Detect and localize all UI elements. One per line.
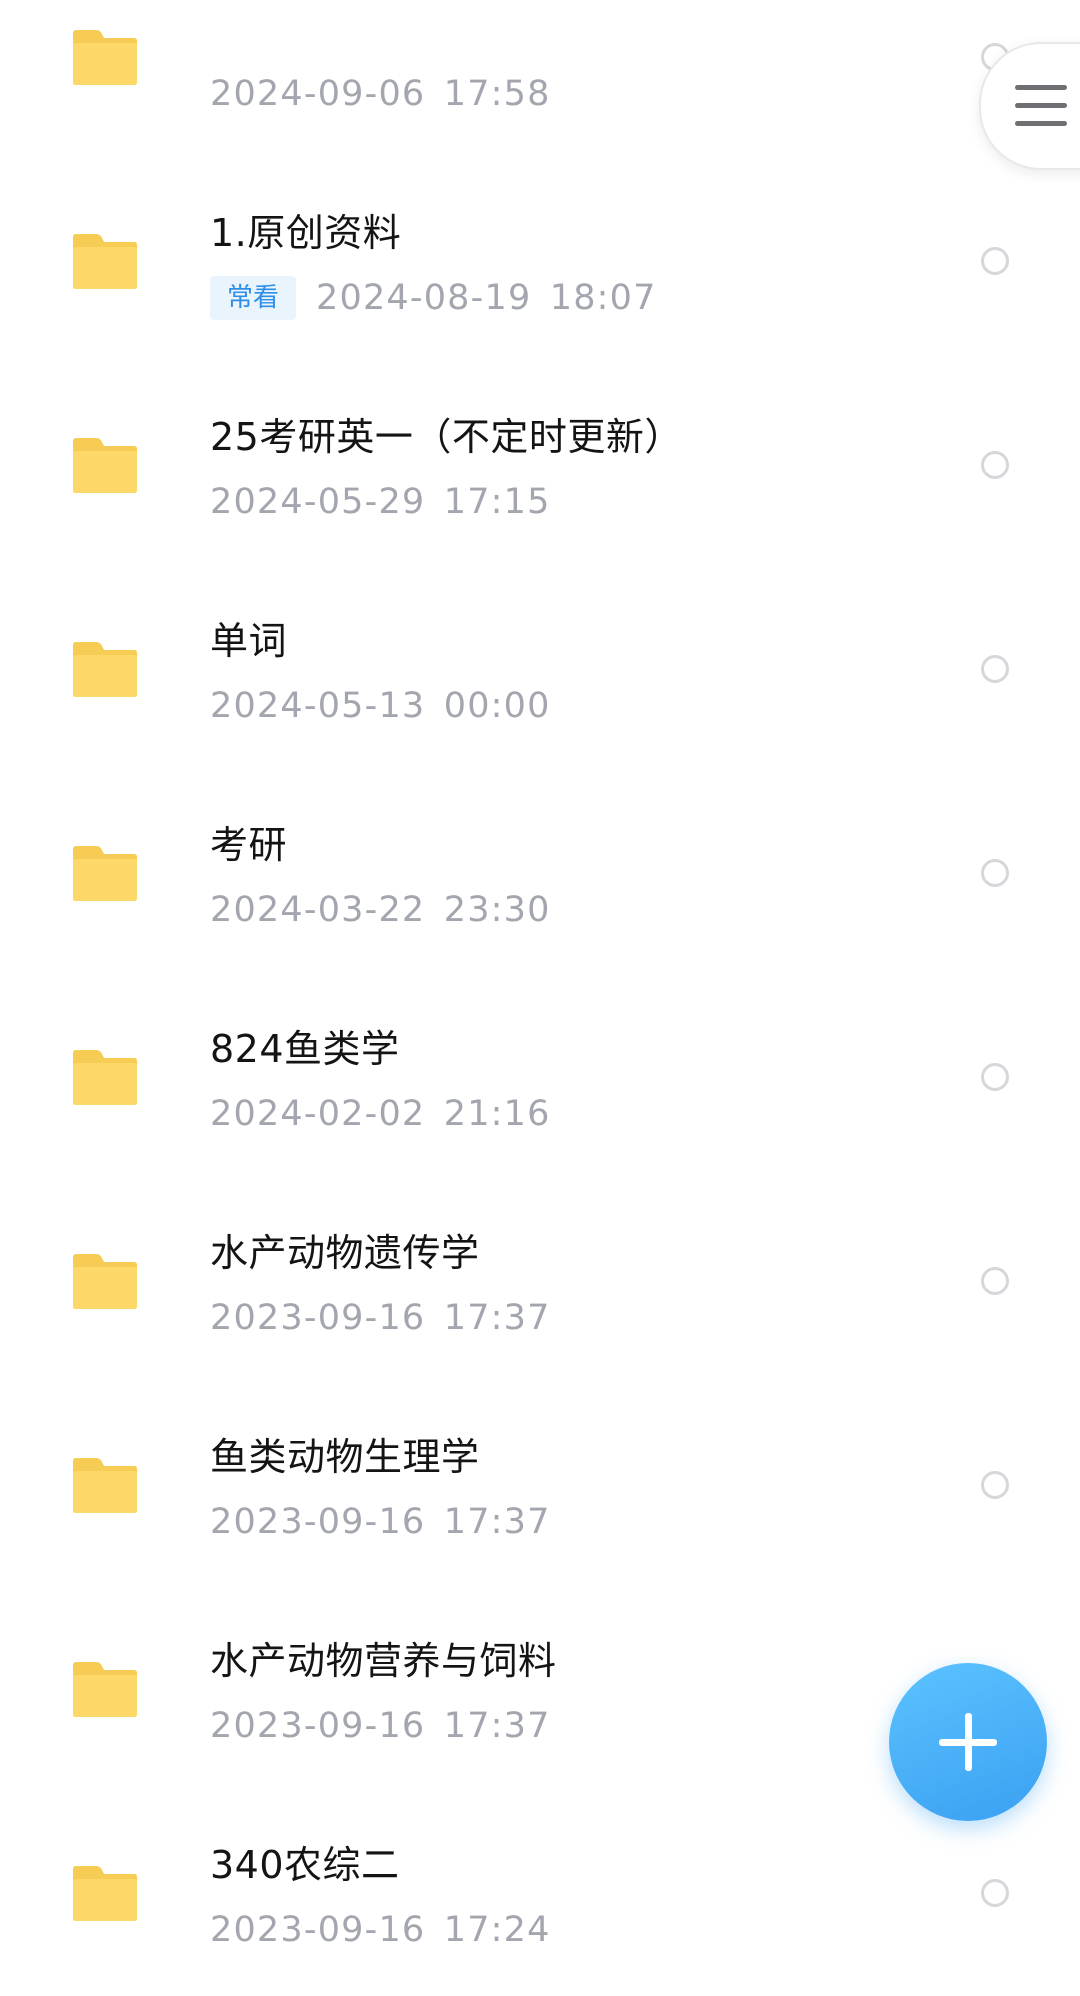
add-button[interactable] [889, 1663, 1047, 1821]
file-row[interactable]: 考研 2024-03-22 23:30 [0, 656, 1080, 930]
file-row[interactable]: 25考研英一（不定时更新） 2024-05-29 17:15 [0, 248, 1080, 522]
menu-icon [1015, 85, 1067, 127]
file-row[interactable]: 鱼类动物生理学 2023-09-16 17:37 [0, 1268, 1080, 1542]
folder-icon [72, 1864, 138, 1922]
select-radio[interactable] [981, 1879, 1009, 1907]
file-date: 2023-09-16 17:24 [210, 1910, 551, 1950]
file-row[interactable]: 水产动物遗传学 2023-09-16 17:37 [0, 1064, 1080, 1338]
file-row[interactable]: 水产动物营养与饲料 2023-09-16 17:37 [0, 1472, 1080, 1746]
file-name: 340农综二 [210, 1843, 400, 1887]
file-row[interactable]: 824鱼类学 2024-02-02 21:16 [0, 860, 1080, 1134]
file-row[interactable]: 2024-09-06 17:58 [0, 0, 1080, 114]
file-row[interactable]: 单词 2024-05-13 00:00 [0, 452, 1080, 726]
file-meta: 2023-09-16 17:24 [210, 1908, 551, 1952]
file-row[interactable]: 1.原创资料 常看 2024-08-19 18:07 [0, 44, 1080, 320]
